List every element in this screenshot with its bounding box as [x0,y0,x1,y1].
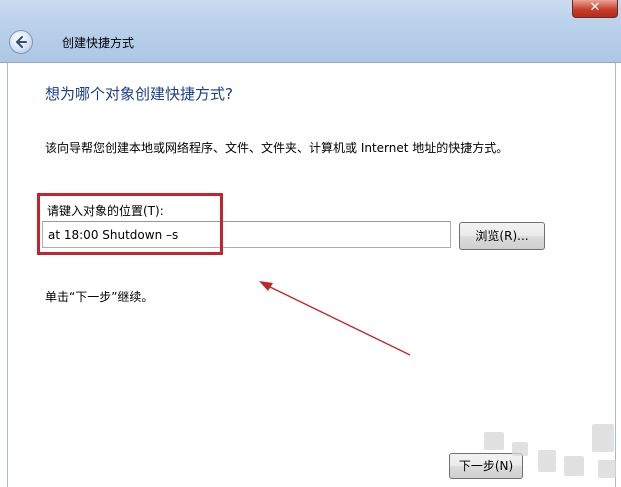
annotation-arrow [259,281,411,356]
watermark [478,420,621,487]
